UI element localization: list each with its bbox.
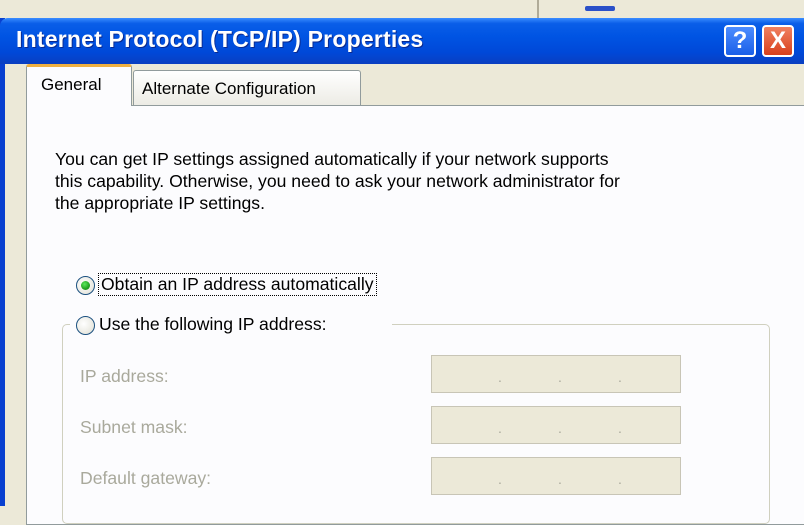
close-icon[interactable]: X (762, 25, 794, 57)
window-title: Internet Protocol (TCP/IP) Properties (16, 26, 424, 52)
ip-octet-separator: . (558, 420, 562, 436)
obtain-ip-automatically-label[interactable]: Obtain an IP address automatically (98, 273, 377, 296)
ip-octet-separator: . (498, 420, 502, 436)
ip-octet-separator: . (618, 471, 622, 487)
ip-octet-separator: . (558, 471, 562, 487)
tab-general[interactable]: General (26, 64, 132, 106)
background-divider (537, 0, 539, 18)
background-element (585, 6, 615, 11)
intro-line: You can get IP settings assigned automat… (55, 149, 609, 169)
default-gateway-input[interactable]: . . . (431, 457, 681, 495)
tab-alternate-configuration[interactable]: Alternate Configuration (133, 70, 361, 106)
subnet-mask-label: Subnet mask: (80, 417, 188, 437)
radio-selected-dot (81, 281, 90, 290)
ip-octet-separator: . (618, 369, 622, 385)
ip-address-input[interactable]: . . . (431, 355, 681, 393)
ip-address-label: IP address: (80, 366, 169, 386)
use-following-ip-radio[interactable] (76, 316, 95, 335)
ip-octet-separator: . (498, 471, 502, 487)
ip-octet-separator: . (558, 369, 562, 385)
intro-text: You can get IP settings assigned automat… (55, 148, 745, 214)
title-bar[interactable]: Internet Protocol (TCP/IP) Properties ? … (0, 18, 804, 64)
ip-octet-separator: . (498, 369, 502, 385)
obtain-ip-automatically-radio[interactable] (76, 276, 95, 295)
ip-octet-separator: . (618, 420, 622, 436)
intro-line: this capability. Otherwise, you need to … (55, 171, 620, 191)
intro-line: the appropriate IP settings. (55, 193, 265, 213)
default-gateway-label: Default gateway: (80, 468, 212, 488)
subnet-mask-input[interactable]: . . . (431, 406, 681, 444)
use-following-ip-label[interactable]: Use the following IP address: (99, 314, 327, 335)
help-icon[interactable]: ? (724, 25, 756, 57)
background-window (0, 0, 804, 18)
